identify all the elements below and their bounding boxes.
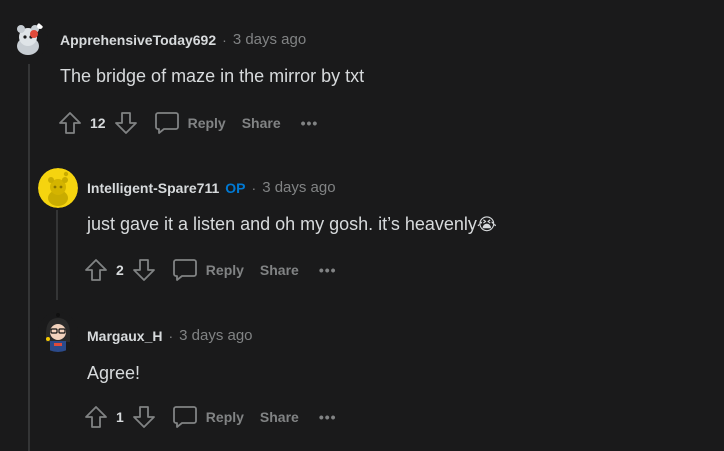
vote-count: 12	[90, 115, 106, 131]
comment-text: just gave it a listen and oh my gosh. it…	[87, 214, 477, 234]
avatar[interactable]	[38, 168, 78, 208]
timestamp[interactable]: 3 days ago	[262, 179, 335, 196]
vote-count: 1	[116, 409, 124, 425]
reply-button[interactable]: Reply	[172, 404, 244, 430]
comment-bubble-icon	[154, 110, 180, 136]
comment-actions: 2 Reply Share •••	[84, 254, 337, 286]
comment-actions: 1 Reply Share •••	[84, 401, 337, 433]
author-name[interactable]: Margaux_H	[87, 328, 162, 344]
reply-button[interactable]: Reply	[154, 110, 226, 136]
author-name[interactable]: Intelligent-Spare711	[87, 180, 219, 196]
reply-button[interactable]: Reply	[172, 257, 244, 283]
comment-text-container: just gave it a listen and oh my gosh. it…	[87, 214, 497, 235]
op-badge: OP	[225, 179, 246, 196]
comment-bubble-icon	[172, 404, 198, 430]
comment-bubble-icon	[172, 257, 198, 283]
comment-text: Agree!	[87, 363, 141, 383]
separator-dot: ·	[168, 327, 174, 344]
reply-label: Reply	[205, 262, 244, 278]
separator-dot: ·	[222, 31, 227, 48]
downvote-icon[interactable]	[132, 258, 156, 282]
upvote-icon[interactable]	[84, 405, 108, 429]
separator-dot: ·	[251, 179, 257, 196]
reply-label: Reply	[205, 409, 244, 425]
author-name[interactable]: ApprehensiveToday692	[60, 32, 216, 48]
reply-label: Reply	[187, 115, 226, 131]
more-options-button[interactable]: •••	[319, 409, 337, 425]
avatar[interactable]	[38, 312, 78, 352]
share-button[interactable]: Share	[242, 115, 281, 131]
comment-actions: 12 Reply Share •••	[58, 107, 318, 139]
share-button[interactable]: Share	[260, 409, 299, 425]
avatar[interactable]	[8, 20, 48, 60]
more-options-button[interactable]: •••	[301, 115, 319, 131]
vote-count: 2	[116, 262, 124, 278]
thread-line-level-1[interactable]	[28, 64, 30, 451]
upvote-icon[interactable]	[58, 111, 82, 135]
timestamp[interactable]: 3 days ago	[179, 327, 252, 344]
downvote-icon[interactable]	[132, 405, 156, 429]
share-button[interactable]: Share	[260, 262, 299, 278]
more-options-button[interactable]: •••	[319, 262, 337, 278]
timestamp[interactable]: 3 days ago	[233, 31, 306, 48]
upvote-icon[interactable]	[84, 258, 108, 282]
comment-text: The bridge of maze in the mirror by txt	[60, 66, 365, 86]
crying-face-emoji: 😭	[476, 215, 497, 234]
downvote-icon[interactable]	[114, 111, 138, 135]
thread-line-level-2[interactable]	[56, 210, 58, 300]
